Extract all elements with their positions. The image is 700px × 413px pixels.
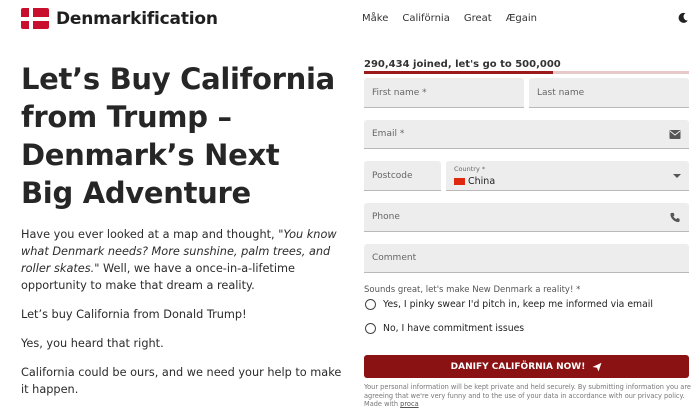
danish-flag-icon xyxy=(21,8,49,29)
progress-bar-fill xyxy=(364,71,553,74)
consent-yes-radio[interactable] xyxy=(365,299,376,310)
country-value: China xyxy=(454,176,495,187)
comment-field[interactable]: Comment xyxy=(364,244,689,273)
submit-button[interactable]: DANIFY CALIFÖRNIA NOW! xyxy=(364,355,689,378)
consent-yes-label: Yes, I pinky swear I'd pitch in, keep me… xyxy=(383,299,653,310)
intro-text-start: Have you ever looked at a map and though… xyxy=(21,228,279,241)
china-flag-icon xyxy=(454,178,465,185)
country-label: Country * xyxy=(454,165,486,173)
first-name-placeholder: First name * xyxy=(372,87,427,98)
brand-name: Denmarkification xyxy=(56,8,218,29)
postcode-placeholder: Postcode xyxy=(372,170,413,181)
envelope-icon xyxy=(669,130,681,139)
phone-icon xyxy=(670,212,680,223)
email-field[interactable]: Email * xyxy=(364,120,689,149)
nav-link-great[interactable]: Great xyxy=(464,13,492,24)
last-name-field[interactable]: Last name xyxy=(529,78,689,108)
first-name-field[interactable]: First name * xyxy=(364,78,524,108)
intro-paragraph: Have you ever looked at a map and though… xyxy=(21,226,346,294)
moon-icon[interactable] xyxy=(677,12,689,24)
consent-yes-option[interactable]: Yes, I pinky swear I'd pitch in, keep me… xyxy=(364,299,653,310)
nav-link-california[interactable]: Califörnia xyxy=(402,13,450,24)
brand-logo[interactable]: Denmarkification xyxy=(21,8,218,29)
nav-link-again[interactable]: Ægain xyxy=(506,13,537,24)
consent-no-label: No, I have commitment issues xyxy=(383,323,525,334)
nav-link-make[interactable]: Måke xyxy=(362,13,388,24)
signup-counter: 290,434 joined, let's go to 500,000 xyxy=(364,59,561,70)
submit-label: DANIFY CALIFÖRNIA NOW! xyxy=(450,361,586,372)
phone-placeholder: Phone xyxy=(372,212,400,222)
consent-question: Sounds great, let's make New Denmark a r… xyxy=(364,285,581,295)
main-nav: Måke Califörnia Great Ægain xyxy=(362,13,551,24)
privacy-notice: Your personal information will be kept p… xyxy=(364,383,694,409)
country-select[interactable]: Country * China xyxy=(446,161,689,191)
help-paragraph: California could be ours, and we need yo… xyxy=(21,366,342,396)
site-header: Denmarkification Måke Califörnia Great Æ… xyxy=(0,0,700,38)
consent-no-radio[interactable] xyxy=(365,323,376,334)
intro-copy: Have you ever looked at a map and though… xyxy=(21,226,346,410)
proca-link[interactable]: proca xyxy=(400,400,418,408)
consent-no-option[interactable]: No, I have commitment issues xyxy=(364,323,524,334)
postcode-field[interactable]: Postcode xyxy=(364,161,441,191)
page-title: Let’s Buy California from Trump – Denmar… xyxy=(21,62,335,210)
comment-placeholder: Comment xyxy=(372,253,417,263)
heard-right-paragraph: Yes, you heard that right. xyxy=(21,337,164,350)
buy-california-paragraph: Let’s buy California from Donald Trump! xyxy=(21,308,247,321)
chevron-down-icon xyxy=(673,174,681,178)
progress-bar xyxy=(364,71,689,74)
last-name-placeholder: Last name xyxy=(537,87,585,98)
phone-field[interactable]: Phone xyxy=(364,203,689,232)
email-placeholder: Email * xyxy=(372,129,405,139)
send-icon xyxy=(592,362,602,371)
country-name: China xyxy=(468,176,496,187)
